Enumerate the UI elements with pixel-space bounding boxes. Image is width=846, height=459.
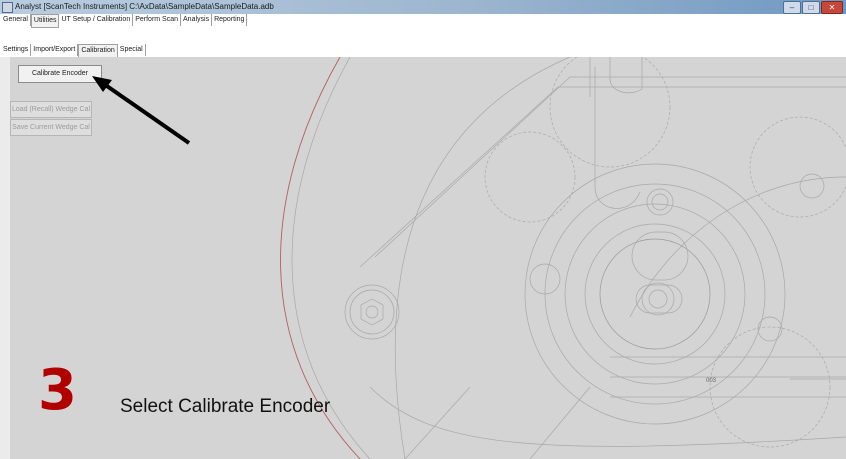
tab-ut-setup-calibration[interactable]: UT Setup / Calibration <box>59 14 134 26</box>
window-controls: – □ ✕ <box>783 1 843 14</box>
tab-utilities[interactable]: Utilities <box>30 14 60 28</box>
maximize-button[interactable]: □ <box>802 1 820 14</box>
subtab-calibration[interactable]: Calibration <box>78 44 118 58</box>
load-wedge-cal-button[interactable]: Load (Recall) Wedge Cal <box>10 101 92 118</box>
calibrate-encoder-button[interactable]: Calibrate Encoder <box>18 65 102 83</box>
save-wedge-cal-button[interactable]: Save Current Wedge Cal <box>10 119 92 136</box>
calibration-panel: 003 Calibrate Encoder Load (Recall) Wedg… <box>10 57 846 459</box>
close-button[interactable]: ✕ <box>821 1 843 14</box>
subtab-settings[interactable]: Settings <box>1 44 32 56</box>
tab-reporting[interactable]: Reporting <box>212 14 248 26</box>
tab-perform-scan[interactable]: Perform Scan <box>133 14 182 26</box>
window-title: Analyst [ScanTech Instruments] C:\AxData… <box>15 2 274 11</box>
left-strip <box>0 57 10 459</box>
main-tab-bar: General Utilities UT Setup / Calibration… <box>0 14 846 28</box>
drawing-label: 003 <box>706 378 717 384</box>
step-instruction: Select Calibrate Encoder <box>120 396 331 417</box>
step-number: 3 <box>38 358 77 423</box>
tab-analysis[interactable]: Analysis <box>181 14 213 26</box>
subtab-import-export[interactable]: Import/Export <box>31 44 79 56</box>
tab-general[interactable]: General <box>1 14 31 26</box>
minimize-button[interactable]: – <box>783 1 801 14</box>
subtab-special[interactable]: Special <box>118 44 146 56</box>
app-icon <box>2 2 13 13</box>
title-bar: Analyst [ScanTech Instruments] C:\AxData… <box>0 0 846 14</box>
sub-tab-bar: Settings Import/Export Calibration Speci… <box>0 44 846 58</box>
